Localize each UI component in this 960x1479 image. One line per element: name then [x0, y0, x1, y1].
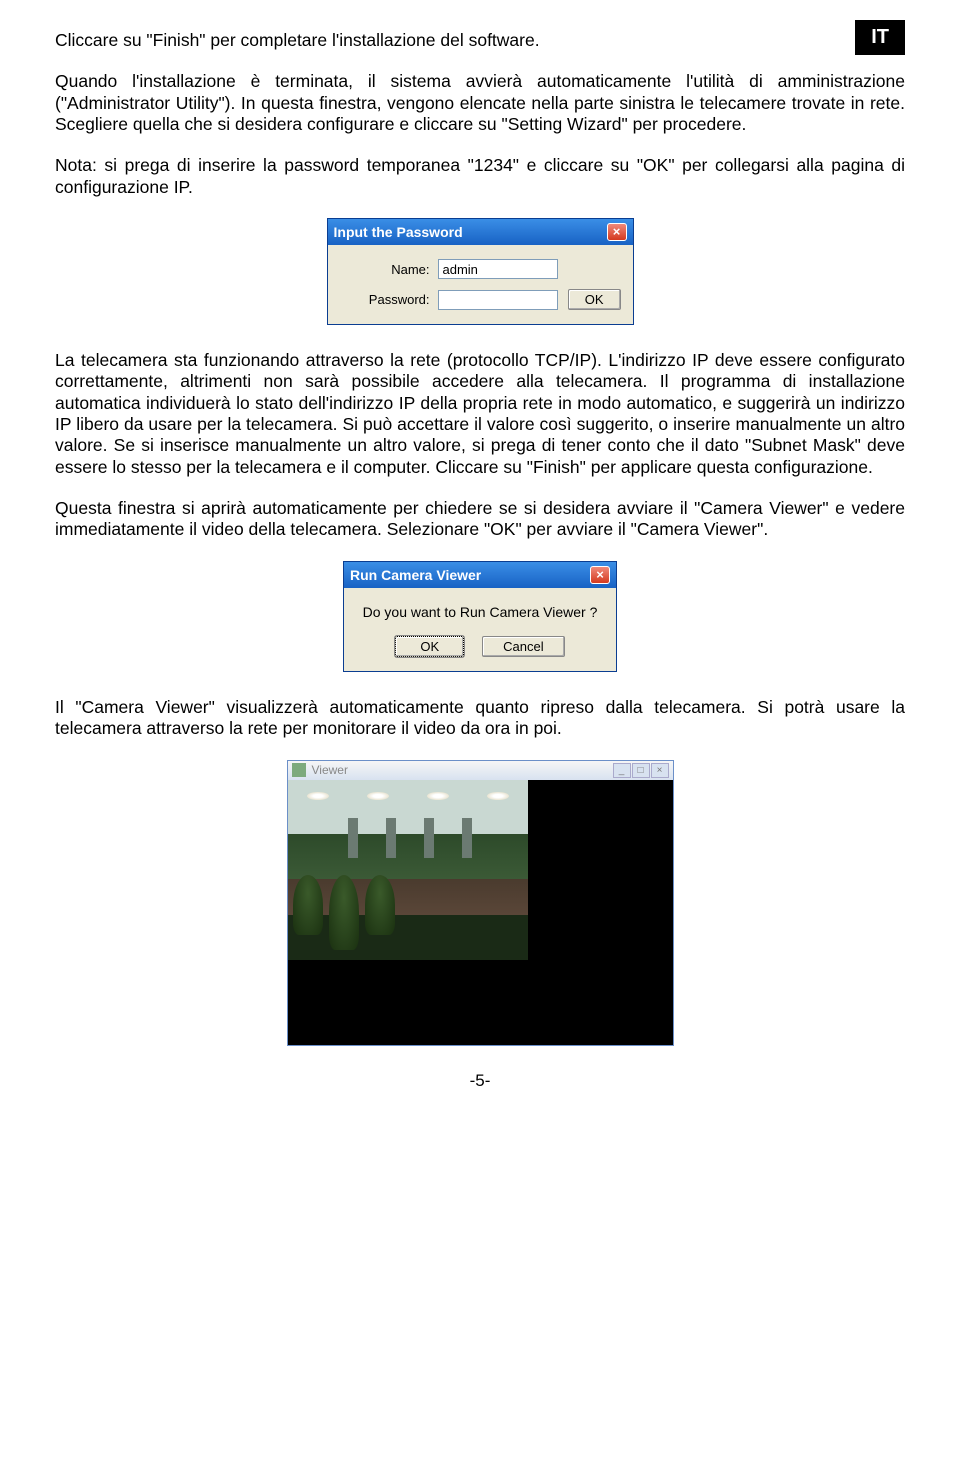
paragraph-2: Quando l'installazione è terminata, il s… — [55, 71, 905, 135]
viewer-title: Viewer — [312, 763, 348, 777]
dialog-titlebar: Input the Password × — [328, 219, 633, 245]
close-icon[interactable]: × — [590, 566, 610, 584]
viewer-titlebar: Viewer _ □ × — [288, 761, 673, 780]
dialog-titlebar: Run Camera Viewer × — [344, 562, 616, 588]
password-label: Password: — [340, 292, 438, 307]
camera-feed — [288, 780, 528, 960]
ok-button[interactable]: OK — [395, 636, 464, 657]
paragraph-6: Il "Camera Viewer" visualizzerà automati… — [55, 697, 905, 740]
close-icon[interactable]: × — [607, 223, 627, 241]
close-icon[interactable]: × — [651, 763, 669, 778]
password-input[interactable] — [438, 290, 558, 310]
paragraph-5: Questa finestra si aprirà automaticament… — [55, 498, 905, 541]
name-label: Name: — [340, 262, 438, 277]
video-area — [288, 780, 673, 1045]
paragraph-3: Nota: si prega di inserire la password t… — [55, 155, 905, 198]
ok-button[interactable]: OK — [568, 289, 621, 310]
page-number: -5- — [55, 1071, 905, 1091]
password-dialog: Input the Password × Name: Password: OK — [327, 218, 634, 325]
run-viewer-dialog: Run Camera Viewer × Do you want to Run C… — [343, 561, 617, 672]
dialog-message: Do you want to Run Camera Viewer ? — [354, 604, 606, 620]
app-icon — [292, 763, 306, 777]
dialog-title: Input the Password — [334, 224, 463, 240]
dialog-title: Run Camera Viewer — [350, 567, 481, 583]
name-input[interactable] — [438, 259, 558, 279]
cancel-button[interactable]: Cancel — [482, 636, 564, 657]
minimize-icon[interactable]: _ — [613, 763, 631, 778]
paragraph-4: La telecamera sta funzionando attraverso… — [55, 350, 905, 478]
maximize-icon[interactable]: □ — [632, 763, 650, 778]
language-badge: IT — [855, 20, 905, 55]
paragraph-1: Cliccare su "Finish" per completare l'in… — [55, 30, 905, 51]
viewer-window: Viewer _ □ × — [287, 760, 674, 1046]
